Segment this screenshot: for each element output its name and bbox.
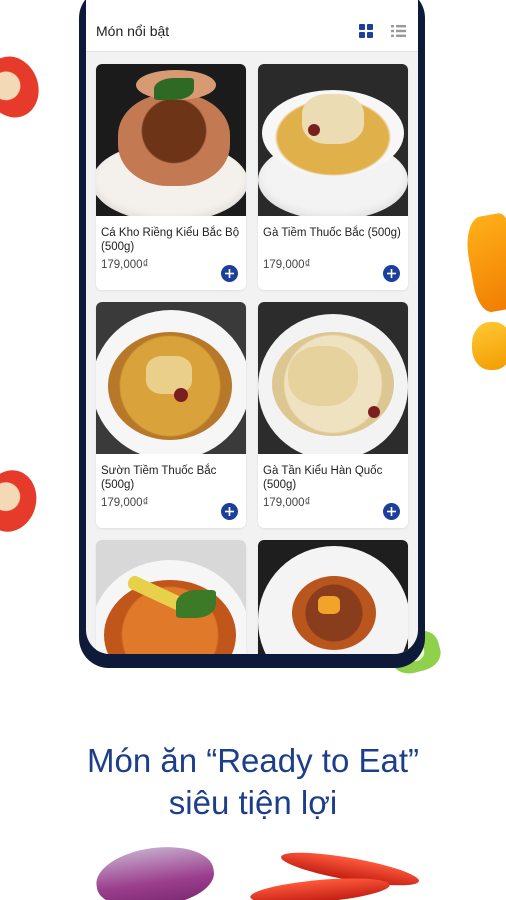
product-image: [96, 540, 246, 654]
plus-icon: [387, 269, 396, 278]
red-onion-decoration: [92, 840, 218, 900]
product-image: [96, 302, 246, 454]
plus-icon: [225, 507, 234, 516]
list-view-icon: [390, 24, 406, 37]
yellow-pepper-decoration: [472, 322, 506, 370]
chili-slice-decoration: [0, 48, 48, 126]
plus-icon: [387, 507, 396, 516]
product-image: [96, 64, 246, 216]
product-card[interactable]: Cá Kho Riềng Kiểu Bắc Bộ (500g) 179,000₫: [96, 64, 246, 290]
add-to-cart-button[interactable]: [221, 265, 238, 282]
plus-icon: [225, 269, 234, 278]
product-name: Cá Kho Riềng Kiểu Bắc Bộ (500g): [101, 227, 240, 253]
product-grid: Cá Kho Riềng Kiểu Bắc Bộ (500g) 179,000₫…: [86, 52, 418, 654]
product-card[interactable]: Gà Tần Kiểu Hàn Quốc (500g) 179,000₫: [258, 302, 408, 528]
orange-pepper-decoration: [462, 211, 506, 315]
grid-view-icon: [359, 23, 373, 38]
list-view-button[interactable]: [388, 21, 408, 41]
product-name: Gà Tần Kiểu Hàn Quốc (500g): [263, 465, 383, 491]
product-card[interactable]: [258, 540, 408, 654]
product-card[interactable]: Gà Tiềm Thuốc Bắc (500g) 179,000₫: [258, 64, 408, 290]
add-to-cart-button[interactable]: [383, 503, 400, 520]
tagline-line-1: Món ăn “Ready to Eat”: [87, 742, 419, 779]
tagline-line-2: siêu tiện lợi: [168, 784, 338, 821]
product-name: Gà Tiềm Thuốc Bắc (500g): [263, 227, 401, 239]
phone-frame: Món nổi bật Cá Kho Riềng Kiểu Bắc Bộ (50…: [79, 0, 425, 668]
product-card[interactable]: Sườn Tiềm Thuốc Bắc (500g) 179,000₫: [96, 302, 246, 528]
promo-tagline: Món ăn “Ready to Eat” siêu tiện lợi: [0, 740, 506, 824]
app-screen: Món nổi bật Cá Kho Riềng Kiểu Bắc Bộ (50…: [86, 0, 418, 654]
product-card[interactable]: [96, 540, 246, 654]
product-image: [258, 540, 408, 654]
add-to-cart-button[interactable]: [383, 265, 400, 282]
app-header: Món nổi bật: [86, 0, 418, 52]
add-to-cart-button[interactable]: [221, 503, 238, 520]
product-name: Sườn Tiềm Thuốc Bắc (500g): [101, 465, 217, 491]
chili-slice-decoration: [0, 464, 44, 538]
product-image: [258, 64, 408, 216]
section-title: Món nổi bật: [96, 22, 170, 39]
product-image: [258, 302, 408, 454]
grid-view-button[interactable]: [356, 21, 376, 41]
